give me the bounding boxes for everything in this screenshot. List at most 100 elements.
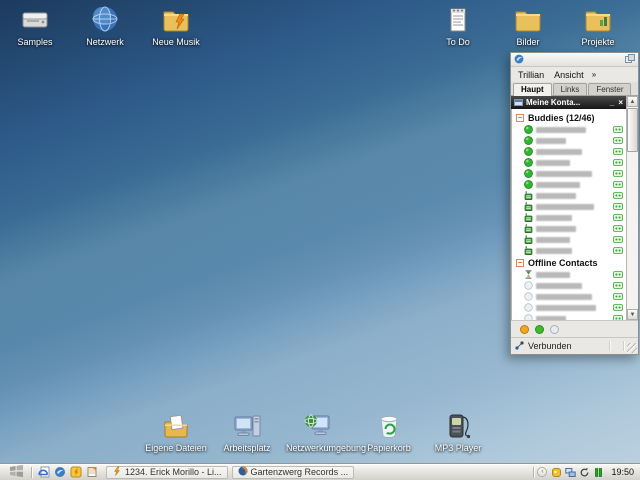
update-tray-icon[interactable]: [579, 467, 590, 478]
mobile-status-icon: [524, 202, 533, 211]
presence-invisible-button[interactable]: [550, 325, 559, 334]
icq-badge-icon: [613, 192, 623, 199]
buddy-row[interactable]: [512, 291, 626, 302]
buddy-name-redacted: [536, 237, 570, 243]
mydocs-icon: [144, 410, 208, 442]
buddy-row[interactable]: [512, 135, 626, 146]
buddy-name-redacted: [536, 215, 572, 221]
tab-bar: HauptLinksFenster: [511, 82, 638, 96]
scroll-thumb[interactable]: [627, 108, 638, 152]
quicklaunch-trillian-icon[interactable]: [53, 466, 66, 479]
presence-buttons: [511, 320, 638, 337]
presence-online-button[interactable]: [535, 325, 544, 334]
menubar: Trillian Ansicht »: [511, 67, 638, 82]
buddy-row[interactable]: [512, 245, 626, 256]
task-label: 1234. Erick Morillo - Li...: [125, 467, 222, 477]
volume-tray-icon[interactable]: [593, 467, 604, 478]
menu-ansicht[interactable]: Ansicht: [554, 70, 584, 80]
buddy-row[interactable]: [512, 146, 626, 157]
quicklaunch-notes-icon[interactable]: [85, 466, 98, 479]
contactlist-titlebar[interactable]: Meine Konta... _ ×: [511, 96, 626, 109]
quicklaunch-browser-icon[interactable]: [37, 466, 50, 479]
desktop-icon-label: Neue Musik: [144, 37, 208, 47]
menu-trillian[interactable]: Trillian: [518, 70, 544, 80]
desktop-icon-netzwerkumgebung[interactable]: Netzwerkumgebung: [286, 410, 350, 453]
desktop: Samples Netzwerk Neue Musik To Do Bilder Proj…: [0, 0, 640, 480]
recycle-icon: [357, 410, 421, 442]
desktop-icon-mp3-player[interactable]: MP3 Player: [426, 410, 490, 453]
minimize-button[interactable]: _: [610, 99, 614, 107]
desktop-icon-label: MP3 Player: [426, 443, 490, 453]
desktop-icon-eigene-dateien[interactable]: Eigene Dateien: [144, 410, 208, 453]
buddy-row[interactable]: [512, 157, 626, 168]
desktop-icon-to-do[interactable]: To Do: [426, 4, 490, 47]
contactlist-window-icon: [514, 99, 523, 106]
mobile-status-icon: [524, 191, 533, 200]
tab-haupt[interactable]: Haupt: [513, 83, 552, 96]
windows-flag-icon: [10, 465, 23, 479]
collapse-icon[interactable]: −: [516, 114, 524, 122]
online-status-icon: [524, 158, 533, 167]
icq-badge-icon: [613, 225, 623, 232]
desktop-icon-label: Netzwerk: [73, 37, 137, 47]
trillian-titlebar[interactable]: [511, 53, 638, 67]
scroll-up-icon[interactable]: ▲: [627, 96, 638, 107]
buddy-row[interactable]: [512, 234, 626, 245]
group-header-buddies-12-46[interactable]: −Buddies (12/46): [512, 111, 626, 124]
folder-bolt-icon: [144, 4, 208, 36]
network-tray-icon[interactable]: [565, 467, 576, 478]
buddy-row[interactable]: [512, 190, 626, 201]
icq-badge-icon: [613, 148, 623, 155]
window-dock-icon[interactable]: [625, 54, 635, 65]
taskbar-task-1234-erick[interactable]: 1234. Erick Morillo - Li...: [106, 466, 228, 479]
online-status-icon: [524, 169, 533, 178]
desktop-icon-label: Papierkorb: [357, 443, 421, 453]
buddy-row[interactable]: [512, 313, 626, 320]
presence-away-button[interactable]: [520, 325, 529, 334]
buddy-row[interactable]: [512, 179, 626, 190]
buddy-row[interactable]: [512, 168, 626, 179]
icq-badge-icon: [613, 271, 623, 278]
taskbar-task-gartenzwerg[interactable]: Gartenzwerg Records ...: [232, 466, 355, 479]
desktop-icon-bilder[interactable]: Bilder: [496, 4, 560, 47]
menu-overflow-icon[interactable]: »: [592, 70, 596, 79]
desktop-icon-arbeitsplatz[interactable]: Arbeitsplatz: [215, 410, 279, 453]
tab-links[interactable]: Links: [553, 83, 588, 95]
desktop-icon-label: Projekte: [566, 37, 630, 47]
scrollbar[interactable]: ▲ ▼: [626, 96, 638, 320]
mobile-status-icon: [524, 224, 533, 233]
group-header-offline-contacts[interactable]: −Offline Contacts: [512, 256, 626, 269]
scroll-track[interactable]: [627, 107, 638, 309]
close-button[interactable]: ×: [618, 99, 623, 107]
folder2-icon: [566, 4, 630, 36]
desktop-icon-papierkorb[interactable]: Papierkorb: [357, 410, 421, 453]
icq-badge-icon: [613, 214, 623, 221]
buddy-row[interactable]: [512, 212, 626, 223]
quicklaunch-winamp-icon[interactable]: [69, 466, 82, 479]
buddy-row[interactable]: [512, 280, 626, 291]
icq-badge-icon: [613, 137, 623, 144]
collapse-icon[interactable]: −: [516, 259, 524, 267]
desktop-icon-netzwerk[interactable]: Netzwerk: [73, 4, 137, 47]
desktop-icon-projekte[interactable]: Projekte: [566, 4, 630, 47]
desktop-icon-neue-musik[interactable]: Neue Musik: [144, 4, 208, 47]
tray-collapse-icon[interactable]: ‹: [537, 467, 547, 477]
buddy-row[interactable]: [512, 223, 626, 234]
desktop-icon-label: Bilder: [496, 37, 560, 47]
tray-icons: [551, 467, 604, 478]
buddy-row[interactable]: [512, 302, 626, 313]
notepad-icon: [426, 4, 490, 36]
start-button[interactable]: [4, 465, 28, 480]
buddy-row[interactable]: [512, 269, 626, 280]
buddy-name-redacted: [536, 272, 570, 278]
buddy-row[interactable]: [512, 124, 626, 135]
buddy-row[interactable]: [512, 201, 626, 212]
clock[interactable]: 19:50: [611, 467, 634, 477]
system-tray: ‹ 19:50: [537, 467, 636, 478]
offline-status-icon: [524, 303, 533, 312]
trillian-tray-icon[interactable]: [551, 467, 562, 478]
resize-grip[interactable]: [627, 343, 637, 353]
tab-fenster[interactable]: Fenster: [588, 83, 631, 95]
scroll-down-icon[interactable]: ▼: [627, 309, 638, 320]
desktop-icon-samples[interactable]: Samples: [3, 4, 67, 47]
